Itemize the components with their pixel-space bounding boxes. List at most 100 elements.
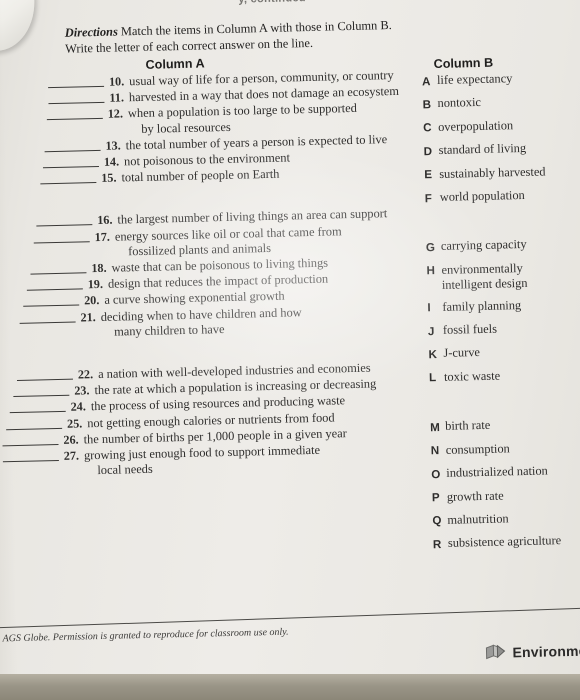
item-term: environmentally intelligent design (441, 259, 580, 293)
item-letter: R (432, 537, 442, 552)
column-b-item: Coverpopulation (423, 116, 580, 136)
item-number: 26. (63, 432, 79, 447)
worksheet-page: y, continued Directions Match the items … (0, 0, 580, 700)
column-b-item: Ltoxic waste (429, 366, 580, 386)
item-letter: J (427, 324, 435, 338)
item-number: 12. (107, 106, 124, 122)
answer-blank[interactable] (19, 310, 76, 324)
directions-label: Directions (64, 24, 118, 40)
item-term: J-curve (443, 345, 481, 361)
directions-block: Directions Match the items in Column A w… (65, 17, 416, 56)
item-term: standard of living (438, 141, 527, 158)
running-head: y, continued (0, 0, 552, 11)
item-number: 13. (105, 138, 121, 153)
copyright-notice: earson AGS Globe. Permission is granted … (0, 626, 289, 646)
answer-blank[interactable] (13, 383, 70, 398)
column-b-item: Pgrowth rate (432, 486, 580, 506)
item-letter: N (430, 444, 440, 458)
answer-blank[interactable] (42, 154, 99, 169)
item-number: 18. (91, 260, 107, 276)
item-number: 15. (101, 170, 117, 186)
column-b-item: Mbirth rate (430, 416, 580, 436)
column-b-item: Ifamily planning (427, 296, 580, 316)
item-letter: I (427, 301, 431, 315)
column-a-heading: Column A (145, 56, 205, 72)
item-term: consumption (445, 441, 510, 457)
item-term: industrialized nation (446, 463, 548, 480)
item-text-continued: local needs (97, 462, 153, 478)
answer-blank[interactable] (5, 416, 63, 430)
column-b-item: Gcarrying capacity (426, 236, 580, 256)
answer-blank[interactable] (9, 400, 66, 414)
column-b-item: Qmalnutrition (432, 509, 580, 529)
book-cube-arrow-icon (485, 644, 506, 661)
column-a-list: 10. usual way of life for a person, commu… (0, 68, 423, 482)
desk-bottom-band (0, 674, 580, 700)
item-letter: L (428, 371, 437, 385)
item-term: malnutrition (447, 511, 509, 527)
answer-blank[interactable] (46, 107, 103, 121)
item-number: 27. (63, 448, 80, 463)
answer-blank[interactable] (47, 74, 105, 89)
item-number: 25. (66, 416, 83, 431)
answer-blank[interactable] (2, 449, 59, 463)
item-number: 22. (77, 367, 94, 382)
item-letter: F (424, 191, 433, 205)
item-letter: M (430, 420, 441, 435)
answer-blank[interactable] (26, 277, 83, 291)
column-b-item: Henvironmentally intelligent design (426, 259, 580, 294)
item-number: 20. (83, 293, 100, 308)
column-b-item: Rsubsistence agriculture (433, 533, 580, 553)
item-letter: E (424, 168, 433, 182)
column-b-heading: Column B (433, 55, 494, 72)
item-letter: P (431, 491, 440, 505)
column-b-item: Esustainably harvested (424, 163, 580, 183)
answer-blank[interactable] (48, 91, 105, 105)
item-letter: B (422, 98, 432, 112)
answer-blank[interactable] (36, 213, 93, 227)
item-number: 16. (97, 213, 113, 228)
answer-blank[interactable] (30, 261, 87, 275)
answer-blank[interactable] (40, 171, 97, 185)
item-letter: K (428, 348, 438, 362)
answer-blank[interactable] (33, 229, 90, 244)
answer-blank[interactable] (44, 138, 101, 153)
item-letter: O (431, 467, 441, 481)
item-term: life expectancy (436, 71, 513, 87)
item-number: 19. (87, 277, 104, 292)
worksheet-content: y, continued Directions Match the items … (0, 0, 580, 699)
item-number: 23. (74, 383, 90, 398)
item-term: subsistence agriculture (447, 533, 562, 551)
item-term: growth rate (446, 488, 504, 504)
item-term: family planning (442, 297, 522, 314)
answer-blank[interactable] (16, 367, 73, 382)
worksheet-photo-scene: y, continued Directions Match the items … (0, 0, 580, 700)
item-term: nontoxic (437, 95, 482, 111)
footer-divider (0, 607, 580, 630)
item-letter: A (421, 74, 431, 88)
item-number: 14. (103, 154, 120, 169)
answer-blank[interactable] (22, 293, 80, 308)
item-term: fossil fuels (442, 321, 498, 337)
item-number: 11. (109, 90, 125, 105)
column-b-list: Alife expectancy Bnontoxic Coverpopulation… (422, 70, 580, 560)
column-b-item: Oindustrialized nation (431, 463, 580, 483)
item-term-continued: intelligent design (441, 276, 528, 293)
item-letter: Q (432, 514, 442, 528)
column-b-item: Nconsumption (431, 439, 580, 459)
item-term: carrying capacity (440, 237, 527, 254)
item-term: sustainably harvested (439, 164, 546, 181)
column-b-item: Dstandard of living (424, 140, 580, 160)
item-number: 10. (108, 74, 125, 89)
column-b-item: K J-curve (428, 343, 580, 363)
answer-blank[interactable] (2, 432, 59, 447)
column-b-item: Jfossil fuels (428, 320, 580, 340)
item-term: overpopulation (437, 118, 514, 134)
item-term: birth rate (445, 418, 491, 434)
item-letter: D (423, 144, 433, 159)
item-term: world population (439, 187, 525, 204)
brand-mark: Environmenta (485, 641, 580, 661)
item-number: 24. (70, 399, 87, 415)
